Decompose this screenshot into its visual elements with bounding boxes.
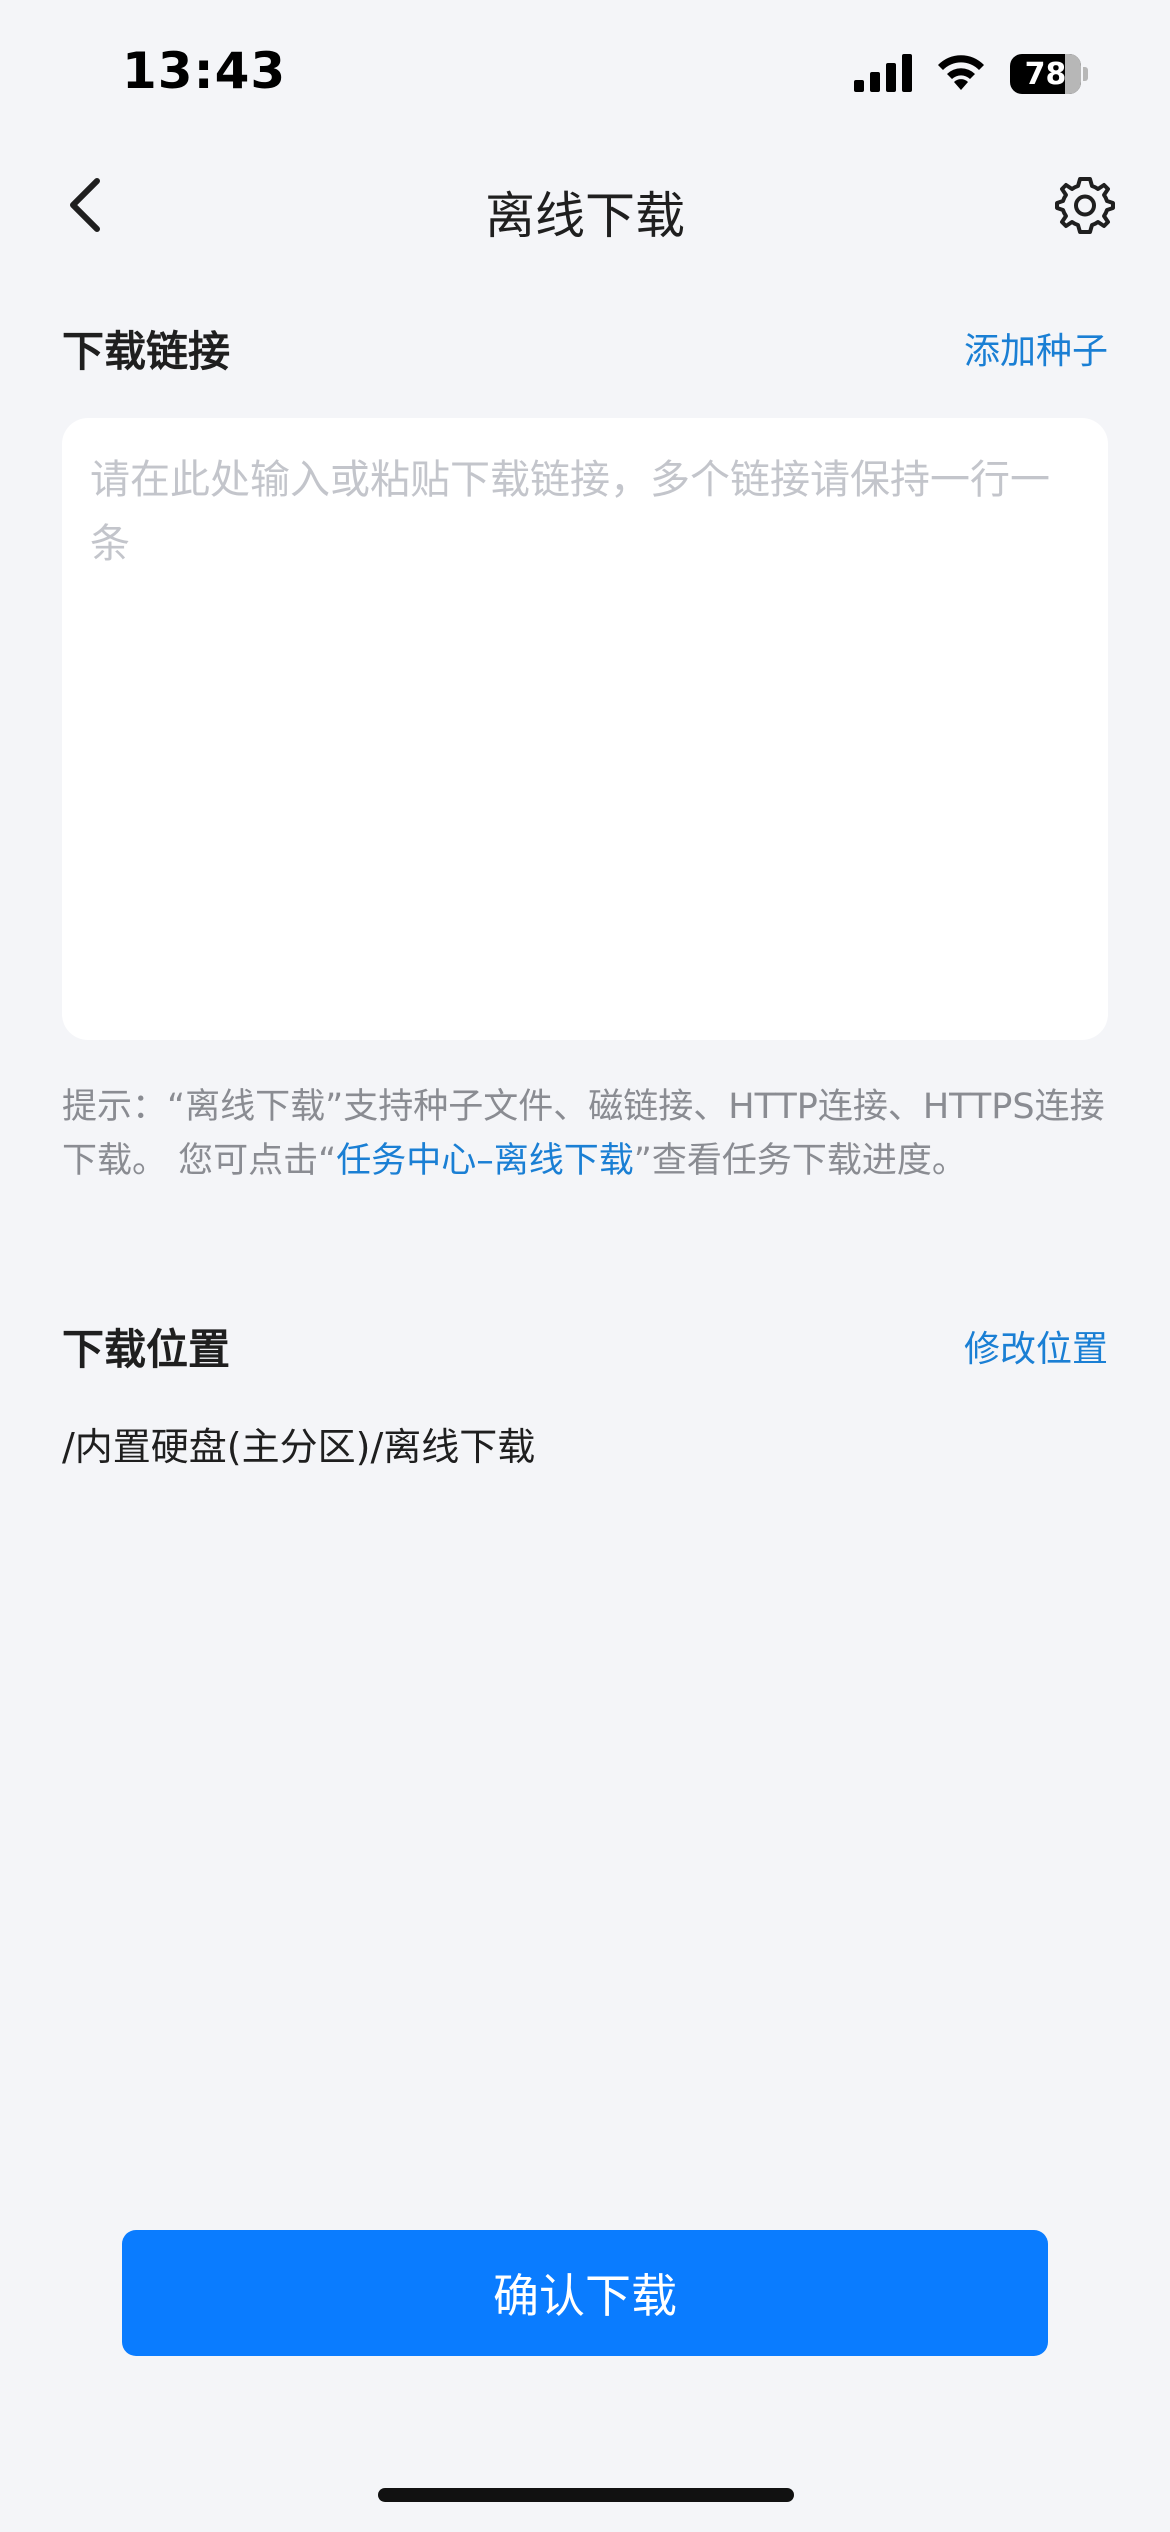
offline-download-screen: 13:43 78 离线下载 下载链接 添加种子 请在此处输入或粘贴下载链接，多个…	[0, 0, 1170, 2532]
battery-level: 78	[1024, 56, 1067, 92]
location-section-title: 下载位置	[62, 1325, 231, 1374]
nav-bar: 离线下载	[0, 160, 1170, 250]
page-title: 离线下载	[485, 187, 685, 245]
signal-icon	[854, 52, 912, 96]
home-indicator	[378, 2488, 794, 2502]
status-time: 13:43	[122, 42, 287, 100]
battery-icon: 78	[1010, 54, 1088, 94]
download-link-input[interactable]	[62, 418, 1108, 1040]
link-section-title: 下载链接	[62, 327, 231, 376]
add-torrent-button[interactable]: 添加种子	[964, 322, 1108, 374]
change-location-button[interactable]: 修改位置	[964, 1320, 1108, 1372]
download-location-path: /内置硬盘(主分区)/离线下载	[62, 1425, 536, 1469]
location-section-header: 下载位置 修改位置	[62, 1316, 1108, 1376]
task-center-link[interactable]: 任务中心–离线下载	[336, 1141, 634, 1181]
status-icons: 78	[854, 52, 1088, 96]
wifi-icon	[934, 52, 988, 96]
hint-text: 提示：“离线下载”支持种子文件、磁链接、HTTP连接、HTTPS连接下载。 您可…	[62, 1080, 1112, 1188]
settings-button[interactable]	[1050, 172, 1120, 242]
hint-suffix: ”查看任务下载进度。	[633, 1141, 967, 1181]
confirm-download-button[interactable]: 确认下载	[122, 2230, 1048, 2356]
status-bar: 13:43 78	[0, 0, 1170, 140]
gear-icon	[1055, 175, 1115, 239]
link-section-header: 下载链接 添加种子	[62, 318, 1108, 378]
